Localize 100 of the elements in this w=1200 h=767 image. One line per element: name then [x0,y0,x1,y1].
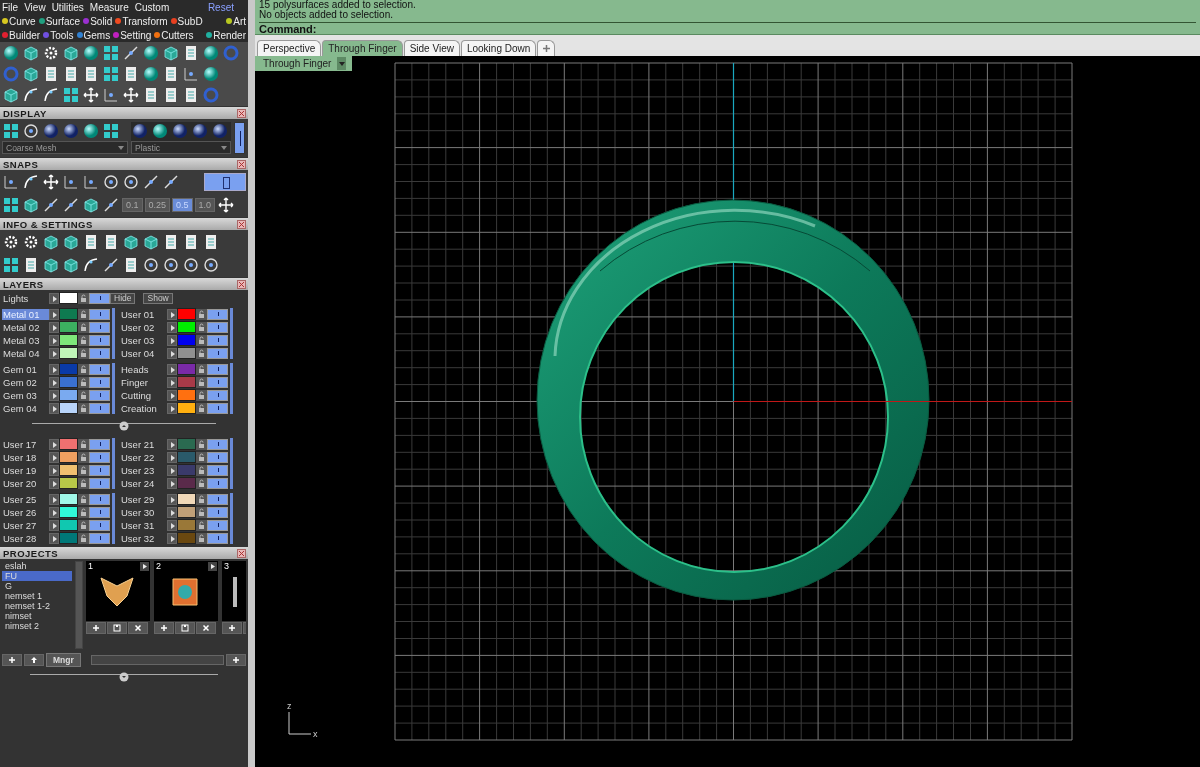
expand-button[interactable] [167,519,177,531]
viewport-tab[interactable]: Looking Down [460,40,537,56]
color-swatch[interactable] [59,308,78,320]
cube-icon[interactable] [82,196,100,214]
layer-name[interactable]: Metal 03 [2,334,49,346]
dot-icon[interactable] [182,65,200,83]
project-item[interactable]: FU [2,571,72,581]
grid-icon[interactable] [102,44,120,62]
line-icon[interactable] [42,196,60,214]
color-swatch[interactable] [59,532,78,544]
layer-name[interactable]: Metal 04 [2,347,49,359]
layer-name[interactable]: Gem 04 [2,402,49,414]
target-icon[interactable] [202,256,220,274]
color-swatch[interactable] [177,532,196,544]
thumbnail-image[interactable]: 2 [154,561,218,621]
layer-name[interactable]: Gem 02 [2,376,49,388]
visibility-toggle[interactable] [207,493,228,505]
add-button[interactable] [86,622,106,634]
sphere-icon[interactable] [82,44,100,62]
show-button[interactable]: Show [143,292,173,304]
grid-icon[interactable] [102,65,120,83]
thumbnail-image[interactable]: 1 [86,561,150,621]
color-swatch[interactable] [177,334,196,346]
color-swatch[interactable] [59,519,78,531]
add-button[interactable] [154,622,174,634]
slider-handle[interactable] [119,672,129,682]
layer-name[interactable]: Cutting [120,389,167,401]
line-icon[interactable] [62,196,80,214]
lock-icon[interactable] [196,363,207,375]
lock-icon[interactable] [78,506,89,518]
visibility-toggle[interactable] [207,321,228,333]
visibility-toggle[interactable] [89,402,110,414]
close-icon[interactable] [237,108,246,118]
visibility-toggle[interactable] [207,334,228,346]
color-swatch[interactable] [177,464,196,476]
add-tab-button[interactable] [537,40,556,56]
bluesphere-icon[interactable] [42,122,60,140]
color-swatch[interactable] [59,376,78,388]
cube-icon[interactable] [2,86,20,104]
sphere-icon[interactable] [142,65,160,83]
save-button[interactable] [107,622,127,634]
close-icon[interactable] [237,159,246,169]
bluesphere-icon[interactable] [171,122,189,140]
visibility-toggle[interactable] [89,477,110,489]
play-icon[interactable] [140,562,149,571]
lock-icon[interactable] [78,389,89,401]
save-button[interactable] [175,622,195,634]
lock-icon[interactable] [196,451,207,463]
lock-icon[interactable] [78,438,89,450]
lock-icon[interactable] [78,464,89,476]
color-swatch[interactable] [59,493,78,505]
lock-icon[interactable] [78,477,89,489]
color-swatch[interactable] [59,506,78,518]
color-swatch[interactable] [59,347,78,359]
target-icon[interactable] [182,256,200,274]
cube-icon[interactable] [122,233,140,251]
category-tab[interactable]: Transform [115,15,168,27]
lock-icon[interactable] [196,464,207,476]
color-swatch[interactable] [177,389,196,401]
arrows-icon[interactable] [82,86,100,104]
play-icon[interactable] [208,562,217,571]
expand-button[interactable] [167,464,177,476]
project-item[interactable]: nimset [2,611,72,621]
line-icon[interactable] [122,44,140,62]
category-tab[interactable]: Surface [38,15,81,27]
lock-icon[interactable] [196,493,207,505]
lock-icon[interactable] [78,321,89,333]
expand-button[interactable] [49,347,59,359]
cube-icon[interactable] [162,44,180,62]
color-swatch[interactable] [177,477,196,489]
viewport-tab[interactable]: Perspective [257,40,322,56]
gear-icon[interactable] [2,233,20,251]
expand-button[interactable] [49,376,59,388]
category-tab[interactable]: Gems [76,29,111,41]
menu-item[interactable]: Utilities [51,1,84,13]
grid-icon[interactable] [102,122,120,140]
layer-name[interactable]: User 18 [2,451,49,463]
line-icon[interactable] [162,173,180,191]
layer-name[interactable]: User 03 [120,334,167,346]
visibility-toggle[interactable] [89,292,110,304]
arrows-icon[interactable] [122,86,140,104]
slider-handle[interactable] [119,421,129,431]
layer-name[interactable]: User 01 [120,308,167,320]
visibility-toggle[interactable] [89,519,110,531]
add-button[interactable] [222,622,242,634]
visibility-toggle[interactable] [207,363,228,375]
arrows-icon[interactable] [42,173,60,191]
layer-name[interactable]: Creation [120,402,167,414]
arrows-icon[interactable] [217,196,236,214]
lock-icon[interactable] [78,451,89,463]
visibility-toggle[interactable] [89,321,110,333]
visibility-toggle[interactable] [89,363,110,375]
expand-button[interactable] [49,506,59,518]
lock-icon[interactable] [196,402,207,414]
bluesphere-icon[interactable] [62,122,80,140]
layer-name[interactable]: Lights [2,292,49,304]
category-tab[interactable]: Tools [43,29,74,41]
layer-name[interactable]: Finger [120,376,167,388]
dot-icon[interactable] [102,86,120,104]
visibility-toggle[interactable] [89,532,110,544]
